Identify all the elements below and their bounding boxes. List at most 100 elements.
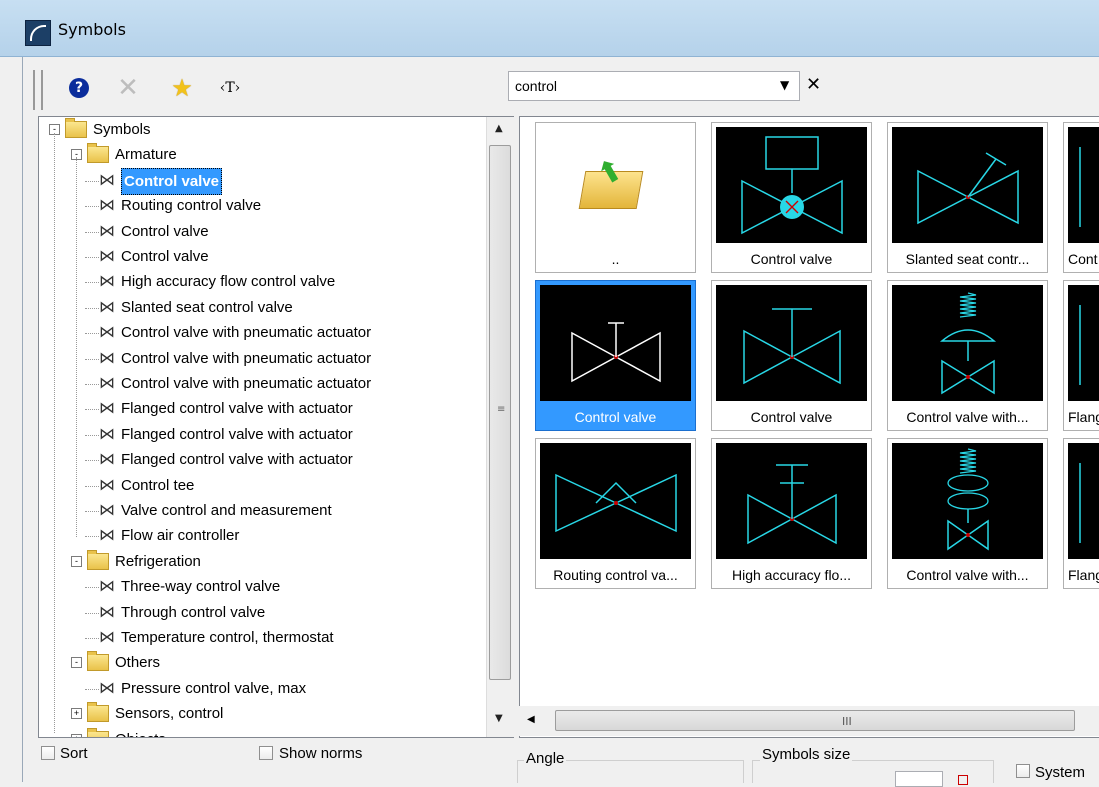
tree-item[interactable]: ⋈ Control valve with pneumatic actuator: [39, 346, 489, 371]
help-button[interactable]: ?: [64, 72, 94, 104]
grid-horizontal-scrollbar[interactable]: ◀ III: [519, 706, 1099, 736]
tree-item-label: Routing control valve: [121, 197, 262, 215]
symbol-grid[interactable]: ⬆.. Control valve Slanted seat contr... Con…: [519, 116, 1099, 738]
symbol-preview: [716, 127, 867, 243]
tree-vertical-scrollbar[interactable]: ▲ ≡ ▼: [486, 117, 514, 737]
tree-item[interactable]: ⋈ Pressure control valve, max: [39, 676, 489, 701]
tree-item-label: Control valve: [121, 222, 209, 240]
symbol-drawing: [917, 152, 1019, 225]
valve-left-shape: [743, 329, 794, 385]
valve-right-shape: [614, 473, 677, 533]
tree-connector: [85, 460, 99, 462]
scroll-left-icon[interactable]: ◀: [527, 714, 535, 725]
symbol-tile[interactable]: Cont: [1063, 122, 1099, 273]
tree-connector: [85, 688, 99, 690]
tree-item[interactable]: ⋈ High accuracy flow control valve: [39, 269, 489, 294]
parent-folder-tile[interactable]: ⬆..: [535, 122, 696, 273]
tree-item[interactable]: ⋈ Control tee: [39, 473, 489, 498]
symbol-tile[interactable]: Control valve: [535, 280, 696, 431]
tree-group-label: Sensors, control: [115, 705, 224, 723]
tree-root[interactable]: - Symbols: [39, 117, 489, 142]
delete-button[interactable]: ✕: [113, 72, 143, 104]
symbol-tile[interactable]: Slanted seat contr...: [887, 122, 1048, 273]
tree-item[interactable]: ⋈ Flanged control valve with actuator: [39, 447, 489, 472]
stem-line: [967, 158, 997, 198]
show-norms-label: Show norms: [279, 745, 363, 762]
tree-group[interactable]: + Sensors, control: [39, 701, 489, 726]
sort-checkbox[interactable]: [41, 746, 55, 760]
valve-left-shape: [747, 493, 794, 545]
tree-item[interactable]: ⋈ Control valve: [39, 219, 489, 244]
tree-item[interactable]: ⋈ Slanted seat control valve: [39, 295, 489, 320]
symbol-tile[interactable]: Control valve: [711, 122, 872, 273]
app-icon: [25, 20, 51, 46]
scroll-thumb[interactable]: ≡: [489, 145, 511, 680]
symbol-tile[interactable]: Control valve: [711, 280, 872, 431]
tree-item[interactable]: ⋈ Control valve: [39, 244, 489, 269]
symbol-preview: [892, 285, 1043, 401]
symbol-tile[interactable]: Control valve with...: [887, 280, 1048, 431]
scroll-down-icon[interactable]: ▼: [495, 713, 503, 724]
tree-group[interactable]: - Armature: [39, 142, 489, 167]
tree-item[interactable]: ⋈ Temperature control, thermostat: [39, 625, 489, 650]
tree-item[interactable]: ⋈ Routing control valve: [39, 193, 489, 218]
chevron-down-icon[interactable]: ▼: [780, 78, 789, 92]
tree-connector: [85, 206, 99, 208]
collapse-icon[interactable]: -: [71, 657, 82, 669]
search-input[interactable]: [515, 76, 765, 96]
tree-item[interactable]: ⋈ Flanged control valve with actuator: [39, 422, 489, 447]
tree-group[interactable]: - Others: [39, 650, 489, 675]
scroll-up-icon[interactable]: ▲: [495, 123, 503, 134]
tree-item[interactable]: ⋈ Flow air controller: [39, 523, 489, 548]
expand-icon[interactable]: +: [71, 733, 82, 737]
folder-icon: [87, 727, 109, 737]
symbol-drawing: [939, 292, 997, 395]
valve-icon: ⋈: [99, 425, 115, 443]
tree-connector: [85, 282, 99, 284]
tree-group[interactable]: + Objects: [39, 727, 489, 737]
tree-item[interactable]: ⋈ Control valve with pneumatic actuator: [39, 371, 489, 396]
system-checkbox[interactable]: [1016, 764, 1030, 778]
symbol-tree[interactable]: - Symbols - Armature ⋈ Control valve ⋈ Routing …: [38, 116, 514, 738]
symbol-drawing: [555, 473, 677, 533]
expand-icon[interactable]: +: [71, 708, 82, 720]
symbol-tile[interactable]: High accuracy flo...: [711, 438, 872, 589]
valve-icon: ⋈: [99, 629, 115, 646]
symbol-tile[interactable]: Routing control va...: [535, 438, 696, 589]
valve-icon: ⋈: [99, 248, 115, 265]
symbols-size-input[interactable]: [895, 771, 943, 787]
tree-item[interactable]: ⋈ Through control valve: [39, 600, 489, 625]
tree-item[interactable]: ⋈ Three-way control valve: [39, 574, 489, 599]
tree-connector: [85, 485, 99, 487]
tree-item-label: Control valve: [121, 248, 209, 265]
text-tag-button[interactable]: ‹T›: [215, 72, 245, 104]
tree-group-label: Objects: [115, 727, 166, 737]
symbol-tile[interactable]: Control valve with...: [887, 438, 1048, 589]
clear-search-button[interactable]: ✕: [806, 74, 821, 95]
valve-right-shape: [614, 331, 661, 383]
valve-center-point: [966, 533, 970, 537]
collapse-icon[interactable]: -: [71, 555, 82, 567]
symbol-tile[interactable]: Flang: [1063, 280, 1099, 431]
tree-guide-line: [54, 133, 55, 733]
tree-item[interactable]: ⋈ Control valve with pneumatic actuator: [39, 320, 489, 345]
show-norms-checkbox[interactable]: [259, 746, 273, 760]
tree-connector: [85, 180, 99, 182]
search-combobox[interactable]: [508, 71, 800, 101]
star-icon: ★: [171, 74, 193, 102]
tile-label: Cont: [1068, 251, 1098, 267]
toolbar-grip[interactable]: [33, 70, 43, 110]
favorite-button[interactable]: ★: [167, 72, 197, 104]
tree-group[interactable]: - Refrigeration: [39, 549, 489, 574]
symbol-tile[interactable]: Flang: [1063, 438, 1099, 589]
tree-item[interactable]: ⋈ Valve control and measurement: [39, 498, 489, 523]
tree-group-label: Refrigeration: [115, 552, 201, 570]
tile-label: Slanted seat contr...: [905, 251, 1030, 267]
h-scroll-thumb[interactable]: III: [555, 710, 1075, 731]
tree-item[interactable]: ⋈ Control valve: [39, 167, 489, 195]
tree-item-label: Control tee: [121, 476, 195, 494]
text-tag-icon: ‹T›: [219, 80, 241, 96]
tile-label: Control valve with...: [906, 409, 1029, 425]
tree-item[interactable]: ⋈ Flanged control valve with actuator: [39, 396, 489, 421]
color-swatch[interactable]: [958, 775, 968, 785]
